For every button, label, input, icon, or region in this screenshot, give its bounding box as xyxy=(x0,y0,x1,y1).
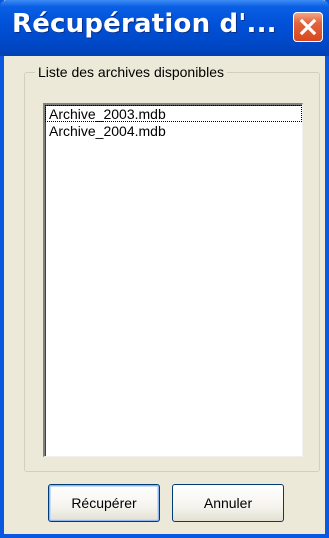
window-title: Récupération d'... xyxy=(12,9,277,39)
list-item[interactable]: Archive_2004.mdb xyxy=(45,122,302,139)
title-bar[interactable]: Récupération d'... xyxy=(0,0,329,56)
close-button[interactable] xyxy=(293,12,323,42)
close-icon xyxy=(299,18,317,36)
recover-button[interactable]: Récupérer xyxy=(48,484,160,522)
archives-listbox[interactable]: Archive_2003.mdb Archive_2004.mdb xyxy=(43,103,303,457)
dialog-window: Récupération d'... Liste des archives di… xyxy=(0,0,329,538)
archives-group: Liste des archives disponibles Archive_2… xyxy=(24,63,320,472)
cancel-button[interactable]: Annuler xyxy=(172,484,284,522)
list-item[interactable]: Archive_2003.mdb xyxy=(45,105,302,122)
group-label: Liste des archives disponibles xyxy=(35,63,227,81)
